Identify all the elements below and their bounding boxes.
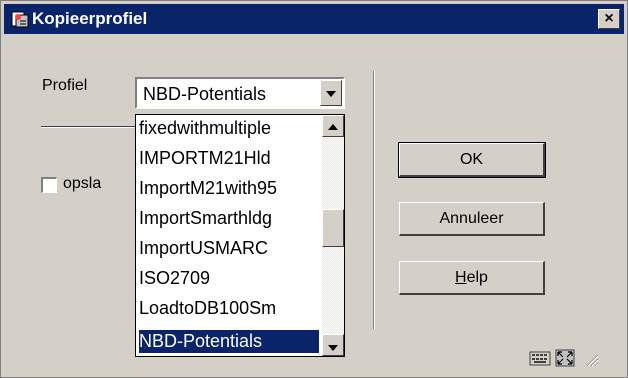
dropdown-list-item[interactable]: IMPORTM21Hld [139, 147, 319, 170]
keyboard-icon[interactable] [529, 349, 551, 367]
window-title: Kopieerprofiel [32, 9, 148, 28]
dropdown-list-item[interactable]: fixedwithmultiple [139, 117, 319, 140]
dropdown-list-item[interactable]: ImportSmarthldg [139, 207, 319, 230]
chevron-down-icon [328, 345, 338, 351]
close-button[interactable]: × [598, 9, 620, 29]
ok-button[interactable]: OK [398, 142, 546, 178]
dropdown-list-item[interactable]: ImportM21with95 [139, 177, 319, 200]
dialog-window: Kopieerprofiel × Profiel NBD-Potentials … [0, 0, 628, 378]
cancel-button[interactable]: Annuleer [399, 202, 545, 236]
scroll-thumb[interactable] [322, 209, 344, 247]
resize-grip-icon[interactable] [585, 353, 599, 367]
chevron-up-icon [328, 124, 338, 130]
title-bar[interactable]: Kopieerprofiel × [4, 4, 624, 34]
dropdown-list-item-selected[interactable]: NBD-Potentials [139, 330, 319, 353]
profile-dropdown-list[interactable]: fixedwithmultiple IMPORTM21Hld ImportM21… [135, 114, 345, 357]
scroll-down-button[interactable] [322, 334, 344, 356]
dropdown-list-item[interactable]: LoadtoDB100Sm [139, 297, 319, 320]
close-icon: × [604, 10, 614, 27]
help-button[interactable]: Help [399, 261, 545, 295]
chevron-down-icon [326, 91, 336, 97]
horizontal-divider [41, 126, 137, 128]
profile-combobox-dropdown-button[interactable] [320, 80, 342, 106]
profile-label: Profiel [42, 77, 88, 94]
help-button-label: elp [466, 269, 488, 286]
vertical-divider [373, 71, 375, 329]
dropdown-list-item[interactable]: ISO2709 [139, 267, 319, 290]
status-bar [529, 347, 609, 371]
profile-combobox-value: NBD-Potentials [143, 84, 267, 104]
save-checkbox-label: opsla [63, 175, 102, 192]
profile-combobox[interactable]: NBD-Potentials [135, 77, 345, 109]
save-checkbox[interactable] [41, 177, 57, 193]
expand-icon[interactable] [555, 349, 575, 367]
profile-copy-icon [11, 11, 29, 28]
help-button-accelerator: H [455, 269, 467, 286]
scroll-up-button[interactable] [322, 115, 344, 137]
dropdown-scrollbar[interactable] [322, 115, 344, 356]
dropdown-list-item[interactable]: ImportUSMARC [139, 237, 319, 260]
